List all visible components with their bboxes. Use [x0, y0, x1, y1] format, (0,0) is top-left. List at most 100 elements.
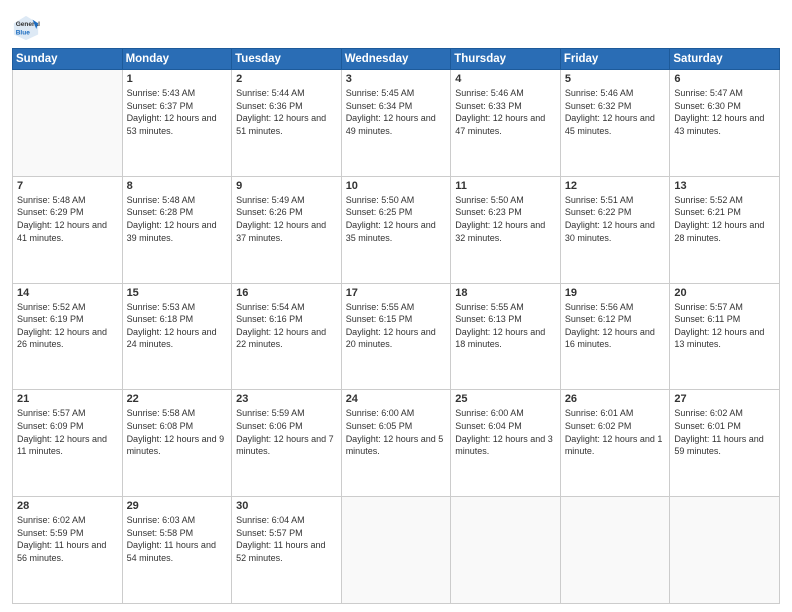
day-number: 26	[565, 393, 666, 405]
calendar-week-row: 28 Sunrise: 6:02 AM Sunset: 5:59 PM Dayli…	[13, 497, 780, 604]
day-number: 5	[565, 73, 666, 85]
day-number: 29	[127, 500, 228, 512]
day-info: Sunrise: 5:52 AM Sunset: 6:21 PM Dayligh…	[674, 194, 775, 244]
calendar-cell	[560, 497, 670, 604]
calendar-cell: 7Sunrise: 5:48 AM Sunset: 6:29 PM Daylig…	[13, 176, 123, 283]
calendar-cell: 12 Sunrise: 5:51 AM Sunset: 6:22 PM Dayli…	[560, 176, 670, 283]
day-number: 13	[674, 180, 775, 192]
day-number: 12	[565, 180, 666, 192]
day-info: Sunrise: 6:03 AM Sunset: 5:58 PM Dayligh…	[127, 514, 228, 564]
calendar-cell: 4 Sunrise: 5:46 AM Sunset: 6:33 PM Daylig…	[451, 70, 561, 177]
logo: General Blue	[12, 14, 43, 42]
calendar-cell: 15 Sunrise: 5:53 AM Sunset: 6:18 PM Dayli…	[122, 283, 232, 390]
day-number: 14	[17, 287, 118, 299]
day-info: Sunrise: 5:50 AM Sunset: 6:25 PM Dayligh…	[346, 194, 447, 244]
calendar-week-row: 1Sunrise: 5:43 AM Sunset: 6:37 PM Daylig…	[13, 70, 780, 177]
day-info: Sunrise: 6:02 AM Sunset: 6:01 PM Dayligh…	[674, 407, 775, 457]
calendar-cell: 23Sunrise: 5:59 AM Sunset: 6:06 PM Dayli…	[232, 390, 342, 497]
day-info: Sunrise: 5:53 AM Sunset: 6:18 PM Dayligh…	[127, 301, 228, 351]
day-info: Sunrise: 5:55 AM Sunset: 6:15 PM Dayligh…	[346, 301, 447, 351]
day-number: 24	[346, 393, 447, 405]
calendar-header-saturday: Saturday	[670, 49, 780, 70]
calendar-cell: 19Sunrise: 5:56 AM Sunset: 6:12 PM Dayli…	[560, 283, 670, 390]
calendar-cell: 17 Sunrise: 5:55 AM Sunset: 6:15 PM Dayli…	[341, 283, 451, 390]
calendar-cell: 21 Sunrise: 5:57 AM Sunset: 6:09 PM Dayli…	[13, 390, 123, 497]
day-number: 21	[17, 393, 118, 405]
calendar-cell: 22 Sunrise: 5:58 AM Sunset: 6:08 PM Dayli…	[122, 390, 232, 497]
day-number: 1	[127, 73, 228, 85]
calendar-week-row: 14 Sunrise: 5:52 AM Sunset: 6:19 PM Dayli…	[13, 283, 780, 390]
calendar-header-thursday: Thursday	[451, 49, 561, 70]
calendar-header-sunday: Sunday	[13, 49, 123, 70]
day-number: 9	[236, 180, 337, 192]
page-header: General Blue	[12, 10, 780, 42]
calendar-header-row: SundayMondayTuesdayWednesdayThursdayFrid…	[13, 49, 780, 70]
calendar-cell: 2 Sunrise: 5:44 AM Sunset: 6:36 PM Daylig…	[232, 70, 342, 177]
day-number: 7	[17, 180, 118, 192]
day-info: Sunrise: 5:48 AM Sunset: 6:28 PM Dayligh…	[127, 194, 228, 244]
calendar-header-monday: Monday	[122, 49, 232, 70]
day-info: Sunrise: 6:01 AM Sunset: 6:02 PM Dayligh…	[565, 407, 666, 457]
calendar-cell: 1Sunrise: 5:43 AM Sunset: 6:37 PM Daylig…	[122, 70, 232, 177]
day-number: 30	[236, 500, 337, 512]
day-number: 25	[455, 393, 556, 405]
calendar-week-row: 7Sunrise: 5:48 AM Sunset: 6:29 PM Daylig…	[13, 176, 780, 283]
calendar-header-wednesday: Wednesday	[341, 49, 451, 70]
day-info: Sunrise: 5:51 AM Sunset: 6:22 PM Dayligh…	[565, 194, 666, 244]
calendar-cell: 27 Sunrise: 6:02 AM Sunset: 6:01 PM Dayli…	[670, 390, 780, 497]
calendar-cell: 18 Sunrise: 5:55 AM Sunset: 6:13 PM Dayli…	[451, 283, 561, 390]
day-number: 16	[236, 287, 337, 299]
day-info: Sunrise: 5:57 AM Sunset: 6:11 PM Dayligh…	[674, 301, 775, 351]
day-number: 8	[127, 180, 228, 192]
logo-icon: General Blue	[12, 14, 40, 42]
day-info: Sunrise: 5:52 AM Sunset: 6:19 PM Dayligh…	[17, 301, 118, 351]
day-number: 11	[455, 180, 556, 192]
day-info: Sunrise: 5:50 AM Sunset: 6:23 PM Dayligh…	[455, 194, 556, 244]
calendar-week-row: 21 Sunrise: 5:57 AM Sunset: 6:09 PM Dayli…	[13, 390, 780, 497]
calendar-cell: 8 Sunrise: 5:48 AM Sunset: 6:28 PM Daylig…	[122, 176, 232, 283]
day-number: 15	[127, 287, 228, 299]
day-info: Sunrise: 5:57 AM Sunset: 6:09 PM Dayligh…	[17, 407, 118, 457]
calendar-cell: 11 Sunrise: 5:50 AM Sunset: 6:23 PM Dayli…	[451, 176, 561, 283]
day-number: 4	[455, 73, 556, 85]
calendar-cell: 13 Sunrise: 5:52 AM Sunset: 6:21 PM Dayli…	[670, 176, 780, 283]
svg-text:Blue: Blue	[16, 30, 30, 37]
calendar-cell: 5Sunrise: 5:46 AM Sunset: 6:32 PM Daylig…	[560, 70, 670, 177]
calendar-cell: 30 Sunrise: 6:04 AM Sunset: 5:57 PM Dayli…	[232, 497, 342, 604]
day-number: 19	[565, 287, 666, 299]
day-number: 27	[674, 393, 775, 405]
day-info: Sunrise: 5:44 AM Sunset: 6:36 PM Dayligh…	[236, 87, 337, 137]
calendar-cell: 9 Sunrise: 5:49 AM Sunset: 6:26 PM Daylig…	[232, 176, 342, 283]
day-number: 17	[346, 287, 447, 299]
calendar-cell: 16 Sunrise: 5:54 AM Sunset: 6:16 PM Dayli…	[232, 283, 342, 390]
day-number: 3	[346, 73, 447, 85]
calendar-cell: 29 Sunrise: 6:03 AM Sunset: 5:58 PM Dayli…	[122, 497, 232, 604]
calendar-cell: 6Sunrise: 5:47 AM Sunset: 6:30 PM Daylig…	[670, 70, 780, 177]
day-info: Sunrise: 5:45 AM Sunset: 6:34 PM Dayligh…	[346, 87, 447, 137]
day-info: Sunrise: 5:58 AM Sunset: 6:08 PM Dayligh…	[127, 407, 228, 457]
calendar-table: SundayMondayTuesdayWednesdayThursdayFrid…	[12, 48, 780, 604]
day-info: Sunrise: 5:46 AM Sunset: 6:33 PM Dayligh…	[455, 87, 556, 137]
calendar-cell	[13, 70, 123, 177]
calendar-cell	[670, 497, 780, 604]
calendar-cell: 26 Sunrise: 6:01 AM Sunset: 6:02 PM Dayli…	[560, 390, 670, 497]
calendar-cell: 25 Sunrise: 6:00 AM Sunset: 6:04 PM Dayli…	[451, 390, 561, 497]
calendar-header-tuesday: Tuesday	[232, 49, 342, 70]
day-info: Sunrise: 5:49 AM Sunset: 6:26 PM Dayligh…	[236, 194, 337, 244]
calendar-cell	[451, 497, 561, 604]
calendar-cell: 20Sunrise: 5:57 AM Sunset: 6:11 PM Dayli…	[670, 283, 780, 390]
day-info: Sunrise: 6:02 AM Sunset: 5:59 PM Dayligh…	[17, 514, 118, 564]
day-number: 6	[674, 73, 775, 85]
day-number: 2	[236, 73, 337, 85]
day-info: Sunrise: 6:04 AM Sunset: 5:57 PM Dayligh…	[236, 514, 337, 564]
calendar-cell: 24 Sunrise: 6:00 AM Sunset: 6:05 PM Dayli…	[341, 390, 451, 497]
day-info: Sunrise: 5:55 AM Sunset: 6:13 PM Dayligh…	[455, 301, 556, 351]
day-number: 18	[455, 287, 556, 299]
day-info: Sunrise: 6:00 AM Sunset: 6:05 PM Dayligh…	[346, 407, 447, 457]
day-number: 28	[17, 500, 118, 512]
day-number: 22	[127, 393, 228, 405]
day-number: 23	[236, 393, 337, 405]
day-info: Sunrise: 6:00 AM Sunset: 6:04 PM Dayligh…	[455, 407, 556, 457]
calendar-cell: 10Sunrise: 5:50 AM Sunset: 6:25 PM Dayli…	[341, 176, 451, 283]
day-info: Sunrise: 5:54 AM Sunset: 6:16 PM Dayligh…	[236, 301, 337, 351]
